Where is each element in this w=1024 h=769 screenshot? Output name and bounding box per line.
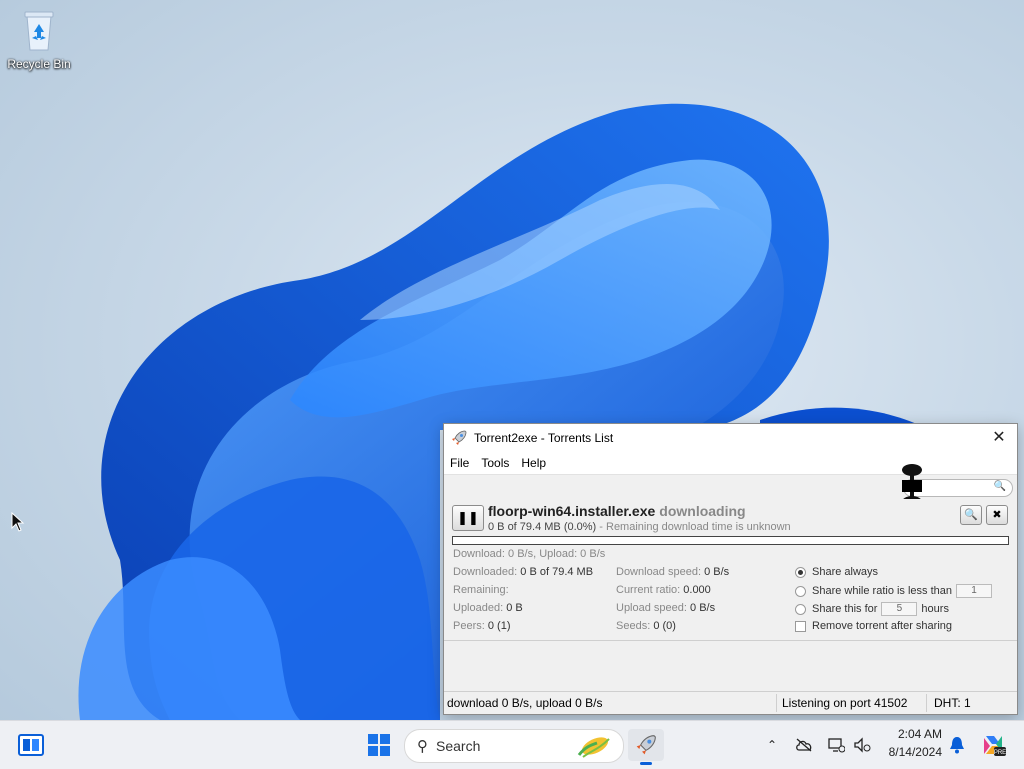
status-bar: download 0 B/s, upload 0 B/s Listening o…: [444, 691, 1017, 714]
status-port: Listening on port 41502: [782, 696, 908, 710]
torrent-filename: floorp-win64.installer.exe: [488, 503, 656, 519]
option-share-ratio[interactable]: Share while ratio is less than 1: [795, 584, 996, 598]
share-always-radio[interactable]: [795, 566, 806, 578]
option-share-always[interactable]: Share always: [795, 566, 878, 578]
recycle-bin-label: Recycle Bin: [7, 57, 71, 71]
widgets-button[interactable]: [14, 729, 48, 761]
status-dht: DHT: 1: [934, 696, 971, 710]
search-icon: ⚲: [417, 738, 428, 755]
search-icon: 🔍: [993, 481, 1006, 492]
stat-ratio: Current ratio: 0.000: [616, 584, 711, 596]
widgets-icon: [18, 734, 44, 756]
speaker-muted-icon: [854, 737, 871, 753]
stat-downloaded-label: Downloaded:: [453, 566, 518, 578]
stat-downloaded-value: 0 B of 79.4 MB: [520, 566, 594, 578]
share-always-label: Share always: [812, 566, 879, 578]
volume-button[interactable]: [850, 729, 874, 761]
torrent-details-button[interactable]: 🔍: [960, 505, 982, 525]
stat-ratio-label: Current ratio:: [616, 584, 681, 596]
share-ratio-radio[interactable]: [795, 585, 806, 597]
close-window-button[interactable]: ✕: [989, 428, 1009, 448]
share-for-unit: hours: [921, 603, 949, 615]
torrent-remove-button[interactable]: ✖: [986, 505, 1008, 525]
stat-seeds-value: 0 (0): [653, 620, 676, 632]
show-hidden-icons-button[interactable]: ⌃: [762, 729, 782, 761]
stat-upload-speed: Upload speed: 0 B/s: [616, 602, 715, 614]
stat-download-speed: Download speed: 0 B/s: [616, 566, 729, 578]
clock-time[interactable]: 2:04 AM: [880, 727, 942, 741]
torrent-name: floorp-win64.installer.exe downloading: [488, 503, 746, 519]
stat-peers: Peers: 0 (1): [453, 620, 510, 632]
recycle-bin-shortcut[interactable]: Recycle Bin: [6, 8, 72, 71]
menu-bar: File Tools Help: [444, 452, 1017, 475]
stat-download-speed-label: Download speed:: [616, 566, 702, 578]
cloud-offline-icon: [796, 738, 812, 752]
share-hours-stepper[interactable]: 5: [881, 602, 918, 616]
clock-date[interactable]: 8/14/2024: [880, 745, 942, 759]
stat-downloaded: Downloaded: 0 B of 79.4 MB: [453, 566, 593, 578]
bell-icon: [950, 737, 964, 754]
onedrive-status-button[interactable]: [792, 729, 816, 761]
stat-download-speed-value: 0 B/s: [704, 566, 730, 578]
speed-summary: Download: 0 B/s, Upload: 0 B/s: [453, 548, 606, 560]
stat-uploaded-label: Uploaded:: [453, 602, 504, 614]
taskbar: ⚲ Search ⌃ 2:04 AM 8/14/2024 PRE: [0, 720, 1024, 769]
notifications-button[interactable]: [946, 729, 968, 761]
stat-peers-value: 0 (1): [487, 620, 511, 632]
toolbar: 🔍: [444, 475, 1017, 500]
torrent-size-line: 0 B of 79.4 MB (0.0%) - Remaining downlo…: [488, 521, 791, 533]
window-titlebar[interactable]: Torrent2exe - Torrents List ✕: [444, 424, 1017, 452]
torrent-entry[interactable]: ❚❚ floorp-win64.installer.exe downloading…: [444, 499, 1017, 639]
menu-tools[interactable]: Tools: [481, 456, 509, 470]
network-status-button[interactable]: [824, 729, 848, 761]
option-share-for[interactable]: Share this for 5 hours: [795, 602, 949, 616]
taskbar-search-label: Search: [436, 738, 481, 754]
active-app-indicator: [640, 762, 652, 765]
pause-button[interactable]: ❚❚: [452, 505, 484, 531]
share-ratio-stepper[interactable]: 1: [956, 584, 993, 598]
torrent-remaining-time: - Remaining download time is unknown: [599, 521, 791, 533]
download-progress-bar: [452, 536, 1009, 545]
taskbar-search-box[interactable]: ⚲ Search: [404, 729, 624, 763]
stat-remaining-label: Remaining:: [453, 584, 509, 596]
remove-after-sharing-checkbox[interactable]: [795, 620, 806, 632]
stat-uploaded: Uploaded: 0 B: [453, 602, 523, 614]
corn-search-highlight-icon: [577, 737, 610, 758]
torrent-size: 0 B of 79.4 MB (0.0%): [488, 521, 597, 533]
stat-peers-label: Peers:: [453, 620, 485, 632]
rocket-app-icon: [636, 735, 656, 755]
chevron-up-icon: ⌃: [766, 738, 778, 752]
copilot-button[interactable]: PRE: [978, 729, 1008, 761]
stat-ratio-value: 0.000: [683, 584, 711, 596]
taskbar-torrent2exe-app[interactable]: [628, 729, 664, 765]
stat-seeds: Seeds: 0 (0): [616, 620, 676, 632]
stat-upload-speed-value: 0 B/s: [690, 602, 716, 614]
windows-logo-icon: [368, 734, 390, 756]
rocket-app-icon: [452, 430, 467, 445]
status-speeds: download 0 B/s, upload 0 B/s: [447, 696, 603, 710]
svg-text:PRE: PRE: [994, 750, 1006, 756]
menu-help[interactable]: Help: [521, 456, 546, 470]
stat-remaining: Remaining:: [453, 584, 509, 596]
share-for-radio[interactable]: [795, 603, 806, 615]
share-ratio-label: Share while ratio is less than: [812, 585, 953, 597]
torrent-list-empty-area: [444, 640, 1017, 691]
torrent-state: downloading: [659, 503, 746, 519]
option-remove-after-sharing[interactable]: Remove torrent after sharing: [795, 620, 952, 632]
stat-uploaded-value: 0 B: [506, 602, 523, 614]
copilot-icon: PRE: [984, 736, 1006, 756]
window-title: Torrent2exe - Torrents List: [474, 431, 614, 445]
recycle-bin-icon: [24, 11, 54, 51]
remove-after-sharing-label: Remove torrent after sharing: [812, 620, 953, 632]
status-divider: [776, 694, 777, 712]
network-disconnected-icon: [828, 738, 845, 753]
stat-upload-speed-label: Upload speed:: [616, 602, 687, 614]
start-button[interactable]: [362, 729, 396, 761]
status-divider: [926, 694, 927, 712]
menu-file[interactable]: File: [450, 456, 469, 470]
share-for-label: Share this for: [812, 603, 878, 615]
stat-seeds-label: Seeds:: [616, 620, 651, 632]
mouse-cursor-icon: [11, 512, 25, 532]
torrents-list-window: Torrent2exe - Torrents List ✕ File Tools…: [443, 423, 1018, 715]
